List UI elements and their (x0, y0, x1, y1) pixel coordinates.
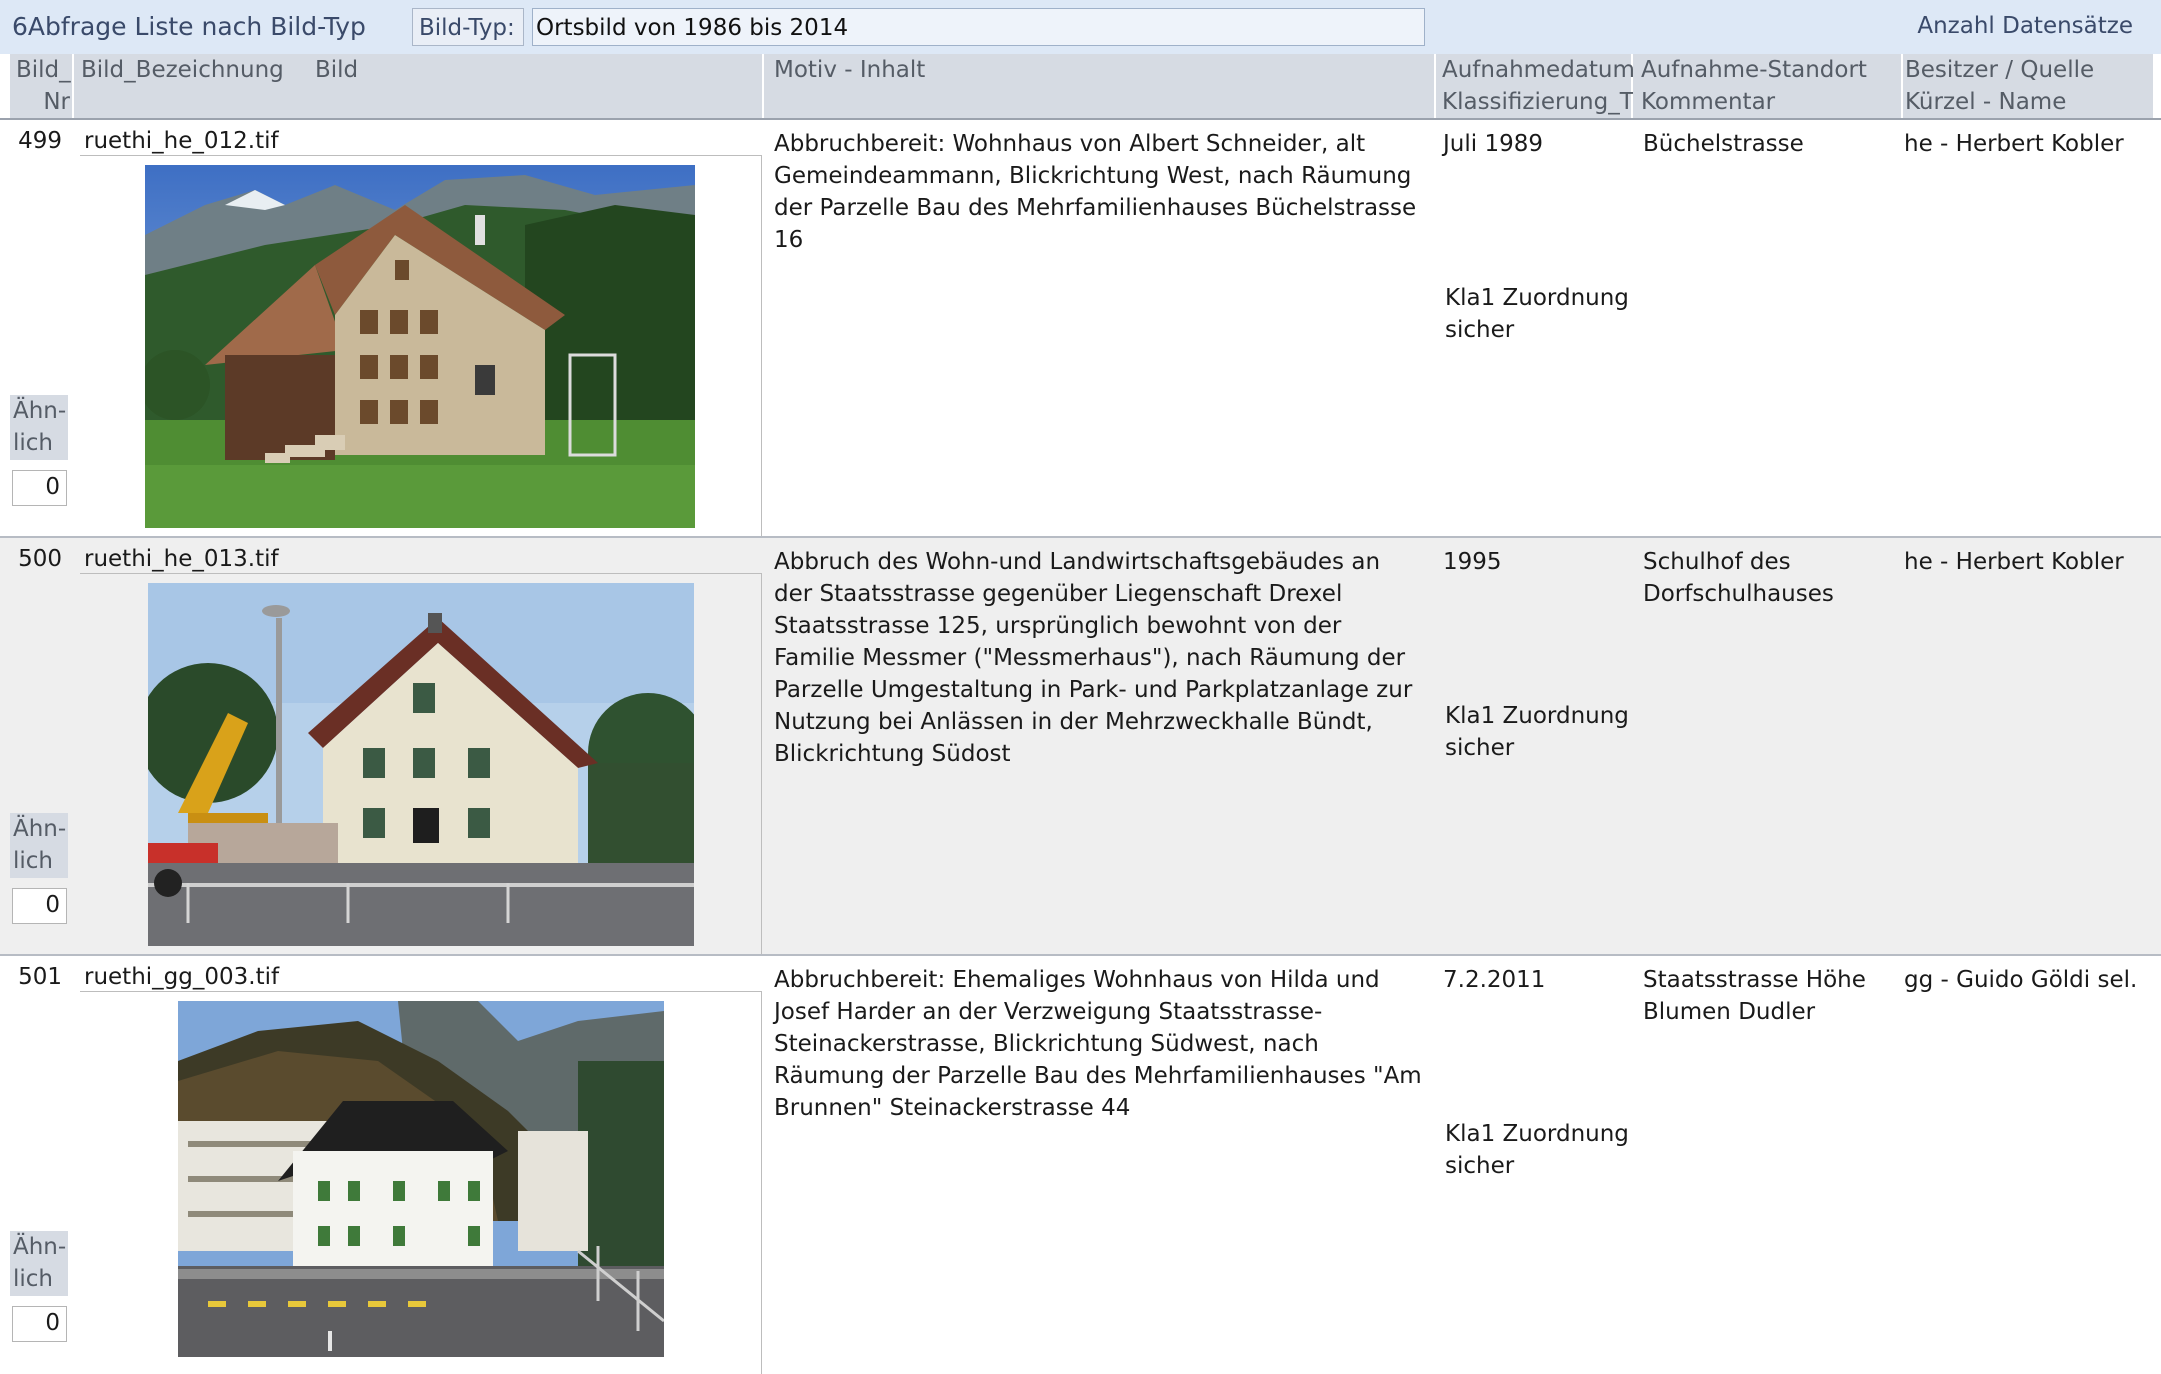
record-row[interactable]: 499 ruethi_he_012.tif Ähn-lich 0 Abbruch… (0, 120, 2161, 538)
header-datum: Aufnahmedatum Klassifizierung_T (1436, 54, 1635, 118)
header-besitzer: Besitzer / Quelle Kürzel - Name (1903, 54, 2153, 118)
klassifizierung: Kla1 Zuordnung sicher (1445, 703, 1629, 761)
filter-bar: 6Abfrage Liste nach Bild-Typ Bild-Typ: O… (0, 0, 2161, 54)
aehnlich-count-field[interactable]: 0 (12, 888, 67, 924)
header-bild-nr: Bild_ Nr (10, 54, 72, 118)
bild-nr: 499 (18, 128, 62, 154)
aehnlich-count-field[interactable]: 0 (12, 470, 67, 506)
record-row[interactable]: 500 ruethi_he_013.tif Ähn-lich 0 Abbruch… (0, 538, 2161, 956)
aehnlich-count-field[interactable]: 0 (12, 1306, 67, 1342)
aufnahme-standort: Schulhof des Dorfschulhauses (1643, 549, 1834, 607)
aufnahme-standort: Staatsstrasse Höhe Blumen Dudler (1643, 967, 1866, 1025)
bild-nr: 501 (18, 964, 62, 990)
photo-harder-house[interactable] (178, 1001, 664, 1357)
column-header-row: Bild_ Nr Bild_Bezeichnung Bild Motiv - I… (0, 54, 2161, 120)
header-bezeichnung: Bild_Bezeichnung (81, 57, 284, 83)
motiv-text: Abbruch des Wohn-und Landwirtschaftsgebä… (774, 549, 1413, 767)
motiv-text: Abbruchbereit: Ehemaliges Wohnhaus von H… (774, 967, 1422, 1121)
klassifizierung: Kla1 Zuordnung sicher (1445, 285, 1629, 343)
bild-typ-label: Bild-Typ: (412, 8, 524, 46)
motiv-text: Abbruchbereit: Wohnhaus von Albert Schne… (774, 131, 1417, 253)
aufnahme-standort: Büchelstrasse (1643, 131, 1804, 157)
klassifizierung: Kla1 Zuordnung sicher (1445, 1121, 1629, 1179)
aufnahmedatum: Juli 1989 (1443, 131, 1543, 157)
photo-house-buechelstrasse[interactable] (145, 165, 695, 528)
besitzer-quelle: gg - Guido Göldi sel. (1904, 967, 2138, 993)
bild-bezeichnung[interactable]: ruethi_he_012.tif (84, 125, 279, 157)
record-row[interactable]: 501 ruethi_gg_003.tif Ähn-lich 0 Abbruch… (0, 956, 2161, 1374)
header-bild: Bild (315, 57, 359, 83)
aehnlich-label: Ähn-lich (10, 395, 68, 460)
bild-bezeichnung[interactable]: ruethi_he_013.tif (84, 543, 279, 575)
aufnahmedatum: 7.2.2011 (1443, 967, 1546, 993)
besitzer-quelle: he - Herbert Kobler (1904, 131, 2124, 157)
bild-bezeichnung[interactable]: ruethi_gg_003.tif (84, 961, 279, 993)
header-motiv: Motiv - Inhalt (764, 54, 1434, 118)
aufnahmedatum: 1995 (1443, 549, 1502, 575)
photo-messmerhaus[interactable] (148, 583, 694, 946)
header-bezeichnung-bild: Bild_Bezeichnung Bild (74, 54, 762, 118)
form-title: 6Abfrage Liste nach Bild-Typ (12, 12, 366, 41)
aehnlich-label: Ähn-lich (10, 813, 68, 878)
header-standort: Aufnahme-Standort Kommentar (1633, 54, 1901, 118)
bild-nr: 500 (18, 546, 62, 572)
bild-typ-combobox[interactable]: Ortsbild von 1986 bis 2014 (532, 8, 1425, 46)
aehnlich-label: Ähn-lich (10, 1231, 68, 1296)
record-count-label: Anzahl Datensätze (1917, 13, 2133, 39)
besitzer-quelle: he - Herbert Kobler (1904, 549, 2124, 575)
